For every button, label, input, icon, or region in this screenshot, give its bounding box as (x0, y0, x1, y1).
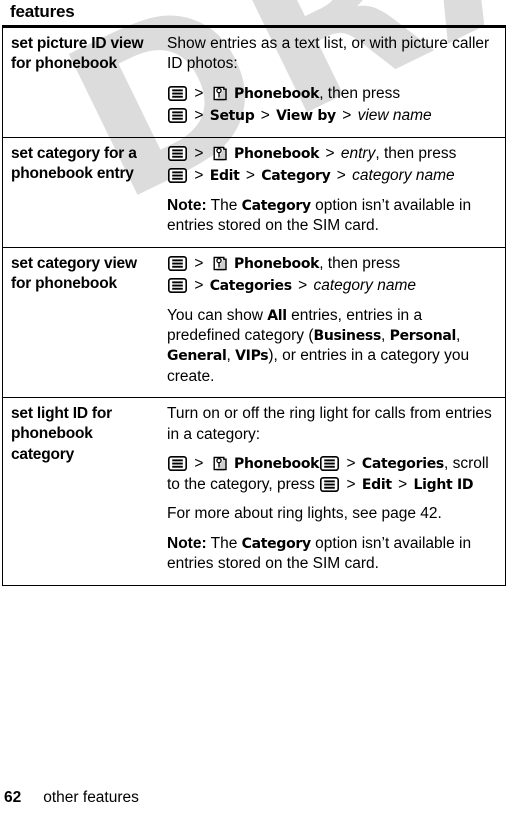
category-business: Business (313, 327, 381, 344)
path-separator: > (194, 277, 204, 295)
note-paragraph: Note: The Category option isn’t availabl… (167, 196, 497, 237)
phonebook-icon (211, 455, 229, 472)
menu-path-line: > Setup > View by > view name (167, 106, 497, 126)
menu-item-label: Setup (209, 108, 255, 125)
menu-item-label: Edit (361, 476, 392, 493)
menu-icon (320, 476, 340, 492)
path-separator: > (346, 455, 356, 473)
menu-path-line: > Phonebook > entry, then press (167, 144, 497, 164)
path-separator: > (325, 144, 335, 162)
note-label: Note: (167, 196, 207, 214)
menu-icon (168, 278, 187, 294)
text-segment: You can show (167, 306, 268, 324)
cross-reference-text: For more about ring lights, see page 42. (167, 505, 442, 523)
category-general: General (167, 348, 227, 365)
table-row: set light ID for phonebook category Turn… (2, 397, 506, 586)
menu-item-label: Phonebook (234, 145, 320, 162)
menu-item-label: Edit (209, 168, 240, 185)
menu-path-line: > Phonebook > Categories, scroll to the … (167, 454, 497, 495)
path-separator: > (336, 167, 346, 185)
table-header-features: features (2, 2, 506, 28)
menu-item-label: Phonebook (234, 255, 320, 272)
text-segment: , (226, 347, 236, 365)
feature-description: > Phonebook > entry, then press > Edit >… (165, 136, 506, 248)
text-segment: , (456, 326, 461, 344)
feature-term: set picture ID view for phonebook (11, 35, 144, 73)
menu-item-label: Category (241, 197, 311, 214)
placeholder-value: view name (357, 107, 432, 125)
feature-term: set category view for phonebook (2, 246, 165, 398)
path-separator: > (194, 144, 204, 162)
placeholder-value: category name (313, 277, 416, 295)
menu-icon (168, 168, 187, 184)
path-separator: > (194, 84, 204, 102)
path-separator: > (298, 277, 308, 295)
path-separator: > (194, 455, 204, 473)
path-separator: > (194, 254, 204, 272)
menu-icon (168, 145, 187, 161)
note-label: Note: (167, 534, 207, 552)
path-tail: , then press (375, 144, 457, 162)
feature-description: Turn on or off the ring light for calls … (165, 397, 506, 586)
phonebook-icon (211, 145, 229, 162)
placeholder-value: category name (352, 167, 455, 185)
text-segment: , (380, 326, 390, 344)
menu-icon (168, 255, 187, 271)
table-row: set picture ID view for phonebook Show e… (3, 28, 506, 137)
menu-item-label: Phonebook (234, 85, 320, 102)
feature-term: set light ID for phonebook category (2, 397, 165, 586)
menu-item-label: Categories (361, 456, 444, 473)
phonebook-icon (211, 255, 229, 272)
path-separator: > (342, 107, 352, 125)
page-number: 62 (4, 789, 22, 806)
menu-item-label: Light ID (413, 476, 474, 493)
feature-description: > Phonebook, then press > Categories > c… (165, 246, 506, 398)
description-text: Show entries as a text list, or with pic… (167, 35, 490, 73)
category-personal: Personal (389, 327, 457, 344)
footer-section-title: other features (43, 789, 139, 806)
placeholder-value: entry (340, 144, 376, 162)
category-explanation: You can show All entries, entries in a p… (167, 306, 497, 388)
note-pre: The (206, 196, 242, 214)
path-tail: , then press (319, 254, 401, 272)
features-table: set picture ID view for phonebook Show e… (2, 28, 506, 586)
path-tail: , then press (319, 84, 401, 102)
feature-description: Show entries as a text list, or with pic… (165, 28, 506, 137)
menu-path-line: > Categories > category name (167, 276, 497, 296)
menu-item-label: Category (261, 168, 331, 185)
category-vips: VIPs (235, 348, 269, 365)
menu-item-label: Categories (209, 278, 292, 295)
table-row: set category for a phonebook entry > Pho… (2, 136, 506, 248)
path-separator: > (194, 167, 204, 185)
menu-item-label: All (267, 307, 287, 324)
menu-path-line: > Phonebook, then press (167, 84, 497, 104)
menu-icon (168, 456, 187, 472)
path-separator: > (346, 475, 356, 493)
menu-icon (168, 108, 187, 124)
menu-item-label: View by (276, 108, 336, 125)
menu-item-label: Phonebook (234, 456, 320, 473)
features-table-wrapper: features set picture ID view for phonebo… (2, 2, 506, 586)
menu-path-line: > Phonebook, then press (167, 254, 497, 274)
path-separator: > (194, 107, 204, 125)
path-separator: > (398, 475, 408, 493)
manual-page: features set picture ID view for phonebo… (0, 0, 508, 815)
phonebook-icon (211, 85, 229, 102)
feature-term: set category for a phonebook entry (2, 136, 165, 248)
menu-icon (168, 85, 187, 101)
note-pre: The (206, 534, 242, 552)
page-footer: 62 other features (4, 789, 139, 807)
path-separator: > (260, 107, 270, 125)
menu-path-line: > Edit > Category > category name (167, 166, 497, 186)
note-paragraph: Note: The Category option isn’t availabl… (167, 534, 497, 575)
table-row: set category view for phonebook > Phoneb… (2, 246, 506, 398)
description-text: Turn on or off the ring light for calls … (167, 405, 492, 443)
menu-icon (320, 456, 340, 472)
menu-item-label: Category (241, 535, 311, 552)
path-separator: > (245, 167, 255, 185)
